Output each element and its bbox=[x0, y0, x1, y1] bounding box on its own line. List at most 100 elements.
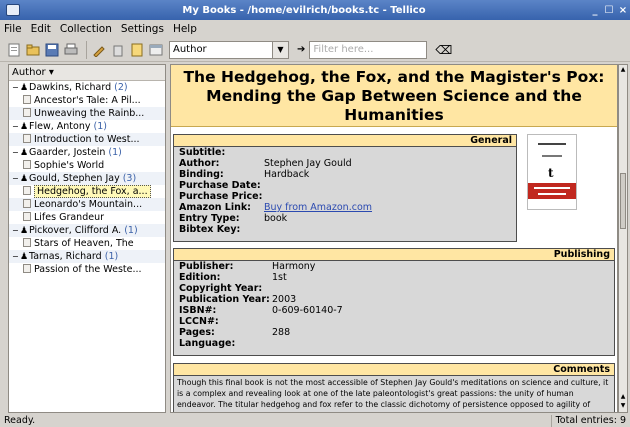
scroll-down-icon[interactable]: ▼ bbox=[620, 402, 626, 410]
field-row: Author: Stephen Jay Gould bbox=[179, 158, 352, 169]
new-document-icon[interactable] bbox=[6, 42, 22, 58]
collapse-icon[interactable]: − bbox=[12, 81, 20, 94]
person-icon: ♟ bbox=[20, 174, 29, 184]
person-icon: ♟ bbox=[20, 83, 29, 93]
book-icon bbox=[23, 199, 31, 208]
chevron-down-icon[interactable]: ▼ bbox=[273, 40, 289, 59]
status-message: Ready. bbox=[4, 415, 36, 426]
delete-icon[interactable] bbox=[110, 42, 126, 58]
book-cover-image: t bbox=[527, 134, 577, 210]
book-icon bbox=[23, 264, 31, 273]
open-folder-icon[interactable] bbox=[25, 42, 41, 58]
collapse-icon[interactable]: − bbox=[12, 250, 20, 263]
print-icon[interactable] bbox=[63, 42, 79, 58]
menu-settings[interactable]: Settings bbox=[121, 23, 164, 35]
field-row: Binding: Hardback bbox=[179, 169, 310, 180]
maximize-icon[interactable]: ☐ bbox=[602, 5, 616, 16]
tree-author-row[interactable]: −♟Gould, Stephen Jay (3) bbox=[9, 172, 165, 185]
tree-author-row[interactable]: −♟Flew, Antony (1) bbox=[9, 120, 165, 133]
tree-author-row[interactable]: −♟Dawkins, Richard (2) bbox=[9, 81, 165, 94]
svg-text:t: t bbox=[548, 166, 554, 180]
menu-file[interactable]: File bbox=[4, 23, 22, 35]
status-bar: Ready. Total entries: 9 bbox=[0, 415, 630, 427]
total-entries: Total entries: 9 bbox=[550, 415, 626, 427]
person-icon: ♟ bbox=[20, 122, 29, 132]
scrollbar-thumb[interactable] bbox=[620, 173, 626, 229]
edit-icon[interactable] bbox=[91, 42, 107, 58]
toolbar: Author ▼ ➔ ⌫ bbox=[0, 38, 630, 62]
collapse-icon[interactable]: − bbox=[12, 172, 20, 185]
field-row: Copyright Year: bbox=[179, 283, 263, 294]
tree-author-row[interactable]: −♟Pickover, Clifford A. (1) bbox=[9, 224, 165, 237]
book-icon bbox=[23, 238, 31, 247]
publishing-section: Publishing Publisher: Harmony Edition: 1st… bbox=[173, 248, 615, 356]
field-row: Purchase Price: bbox=[179, 191, 263, 202]
group-tree[interactable]: Author ▾ −♟Dawkins, Richard (2) Ancestor… bbox=[8, 64, 166, 413]
app-icon bbox=[6, 4, 20, 16]
person-icon: ♟ bbox=[20, 226, 29, 236]
field-row: LCCN#: bbox=[179, 316, 219, 327]
comments-section: Comments Though this final book is not t… bbox=[173, 363, 615, 412]
tree-book-row[interactable]: Unweaving the Rainb... bbox=[9, 107, 165, 120]
collapse-icon[interactable]: − bbox=[12, 146, 20, 159]
filter-arrow-icon: ➔ bbox=[297, 44, 306, 55]
section-header: General bbox=[174, 135, 516, 147]
section-header: Publishing bbox=[174, 249, 614, 261]
tree-book-row[interactable]: Sophie's World bbox=[9, 159, 165, 172]
tree-book-row-selected[interactable]: Hedgehog, the Fox, a... bbox=[9, 185, 165, 198]
clear-filter-icon[interactable]: ⌫ bbox=[435, 43, 452, 57]
scroll-up-icon[interactable]: ▲ bbox=[620, 393, 626, 401]
menu-help[interactable]: Help bbox=[173, 23, 197, 35]
collection-icon[interactable] bbox=[148, 42, 164, 58]
amazon-link[interactable]: Buy from Amazon.com bbox=[264, 202, 372, 213]
field-row: Amazon Link: Buy from Amazon.com bbox=[179, 202, 373, 213]
menu-bar: File Edit Collection Settings Help bbox=[0, 20, 630, 38]
tree-author-row[interactable]: −♟Tarnas, Richard (1) bbox=[9, 250, 165, 263]
book-icon bbox=[23, 95, 31, 104]
general-section: General Subtitle: Author: Stephen Jay Gou… bbox=[173, 134, 517, 242]
collapse-icon[interactable]: − bbox=[12, 224, 20, 237]
field-row: Bibtex Key: bbox=[179, 224, 241, 235]
field-row: ISBN#: 0-609-60140-7 bbox=[179, 305, 343, 316]
field-row: Publication Year: 2003 bbox=[179, 294, 297, 305]
book-icon bbox=[23, 134, 31, 143]
field-row: Publisher: Harmony bbox=[179, 261, 316, 272]
field-row: Pages: 288 bbox=[179, 327, 291, 338]
menu-edit[interactable]: Edit bbox=[31, 23, 51, 35]
window-titlebar[interactable]: My Books - /home/evilrich/books.tc - Tel… bbox=[0, 0, 630, 20]
filter-input[interactable] bbox=[309, 40, 428, 59]
sort-arrow-icon: ▾ bbox=[48, 67, 54, 78]
close-icon[interactable]: × bbox=[616, 5, 630, 16]
menu-collection[interactable]: Collection bbox=[60, 23, 112, 35]
tree-book-row[interactable]: Introduction to West... bbox=[9, 133, 165, 146]
collapse-icon[interactable]: − bbox=[12, 120, 20, 133]
entry-title: The Hedgehog, the Fox, and the Magister'… bbox=[171, 65, 617, 127]
field-row: Entry Type: book bbox=[179, 213, 288, 224]
entry-view[interactable]: The Hedgehog, the Fox, and the Magister'… bbox=[170, 64, 618, 413]
section-header: Comments bbox=[174, 364, 614, 376]
report-icon[interactable] bbox=[129, 42, 145, 58]
person-icon: ♟ bbox=[20, 148, 29, 158]
book-icon bbox=[23, 212, 31, 221]
field-row: Purchase Date: bbox=[179, 180, 261, 191]
tree-header[interactable]: Author ▾ bbox=[9, 65, 165, 81]
field-row: Edition: 1st bbox=[179, 272, 287, 283]
group-by-select[interactable]: Author bbox=[169, 40, 273, 59]
comments-text: Though this final book is not the most a… bbox=[174, 376, 614, 412]
book-icon bbox=[23, 186, 31, 195]
book-icon bbox=[23, 160, 31, 169]
vertical-scrollbar[interactable]: ▲ ▲ ▼ bbox=[618, 64, 628, 413]
tree-book-row[interactable]: Leonardo's Mountain... bbox=[9, 198, 165, 211]
tree-author-row[interactable]: −♟Gaarder, Jostein (1) bbox=[9, 146, 165, 159]
minimize-icon[interactable]: _ bbox=[588, 5, 602, 16]
book-icon bbox=[23, 108, 31, 117]
tree-book-row[interactable]: Passion of the Weste... bbox=[9, 263, 165, 276]
tree-book-row[interactable]: Ancestor's Tale: A Pil... bbox=[9, 94, 165, 107]
scroll-up-icon[interactable]: ▲ bbox=[620, 66, 626, 74]
save-icon[interactable] bbox=[44, 42, 60, 58]
tree-book-row[interactable]: Lifes Grandeur bbox=[9, 211, 165, 224]
tree-book-row[interactable]: Stars of Heaven, The bbox=[9, 237, 165, 250]
window-title: My Books - /home/evilrich/books.tc - Tel… bbox=[182, 4, 426, 16]
person-icon: ♟ bbox=[20, 252, 29, 262]
field-row: Subtitle: bbox=[179, 147, 226, 158]
